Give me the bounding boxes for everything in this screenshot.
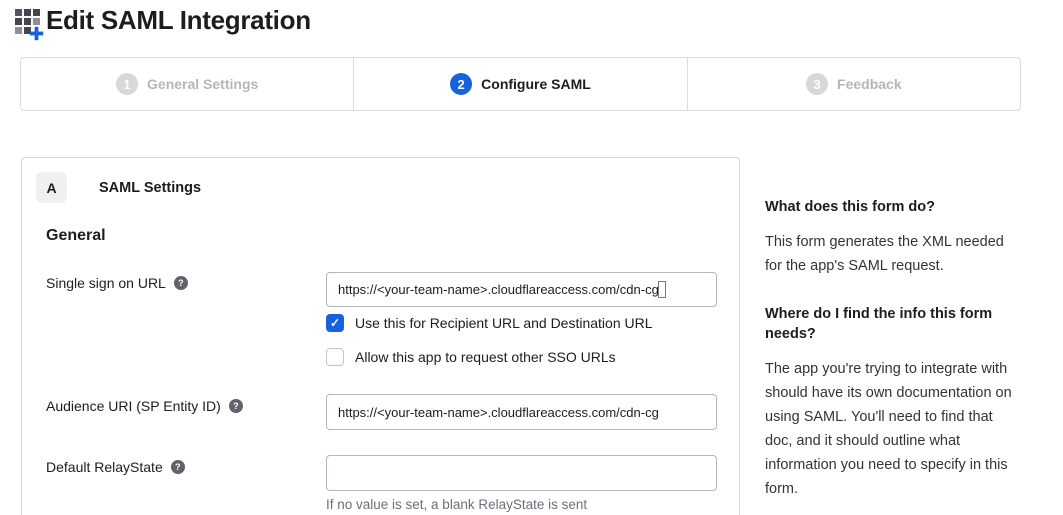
wizard-step-configure-saml[interactable]: 2 Configure SAML: [353, 58, 686, 110]
step-number-badge: 2: [450, 73, 472, 95]
section-a-badge: A: [36, 172, 67, 203]
relay-state-label: Default RelayState: [46, 459, 163, 475]
audience-uri-label-row: Audience URI (SP Entity ID) ?: [46, 398, 243, 414]
app-grid-plus-icon: [15, 9, 45, 41]
audience-uri-label: Audience URI (SP Entity ID): [46, 398, 221, 414]
sso-url-input[interactable]: https://<your-team-name>.cloudflareacces…: [326, 272, 717, 307]
help-body-form-purpose: This form generates the XML needed for t…: [765, 230, 1017, 278]
step-label: Feedback: [837, 76, 902, 92]
other-sso-urls-checkbox-row[interactable]: Allow this app to request other SSO URLs: [326, 348, 616, 366]
step-label: Configure SAML: [481, 76, 591, 92]
help-icon[interactable]: ?: [171, 460, 185, 474]
step-label: General Settings: [147, 76, 258, 92]
relay-state-helper-text: If no value is set, a blank RelayState i…: [326, 497, 587, 512]
checkbox-checked-icon[interactable]: ✓: [326, 314, 344, 332]
step-number-badge: 3: [806, 73, 828, 95]
wizard-step-general-settings[interactable]: 1 General Settings: [21, 58, 353, 110]
audience-uri-value: https://<your-team-name>.cloudflareacces…: [338, 405, 659, 420]
checkbox-unchecked-icon[interactable]: [326, 348, 344, 366]
saml-settings-panel: A SAML Settings General Single sign on U…: [21, 157, 740, 515]
page-title: Edit SAML Integration: [46, 5, 311, 36]
text-cursor: [658, 281, 666, 298]
help-sidebar: What does this form do? This form genera…: [765, 197, 1017, 501]
help-body-find-info: The app you're trying to integrate with …: [765, 357, 1017, 501]
other-sso-urls-checkbox-label: Allow this app to request other SSO URLs: [355, 349, 616, 365]
audience-uri-input[interactable]: https://<your-team-name>.cloudflareacces…: [326, 394, 717, 430]
recipient-url-checkbox-row[interactable]: ✓ Use this for Recipient URL and Destina…: [326, 314, 653, 332]
step-wizard: 1 General Settings 2 Configure SAML 3 Fe…: [20, 57, 1021, 111]
recipient-url-checkbox-label: Use this for Recipient URL and Destinati…: [355, 315, 653, 331]
sso-url-label-row: Single sign on URL ?: [46, 275, 188, 291]
sso-url-value: https://<your-team-name>.cloudflareacces…: [338, 282, 659, 297]
relay-state-input[interactable]: [326, 455, 717, 491]
help-heading-find-info: Where do I find the info this form needs…: [765, 304, 1017, 344]
sso-url-label: Single sign on URL: [46, 275, 166, 291]
help-icon[interactable]: ?: [229, 399, 243, 413]
relay-state-label-row: Default RelayState ?: [46, 459, 185, 475]
help-heading-form-purpose: What does this form do?: [765, 197, 1017, 217]
wizard-step-feedback[interactable]: 3 Feedback: [687, 58, 1020, 110]
panel-title: SAML Settings: [99, 180, 201, 196]
general-section-title: General: [46, 227, 106, 245]
step-number-badge: 1: [116, 73, 138, 95]
help-icon[interactable]: ?: [174, 276, 188, 290]
